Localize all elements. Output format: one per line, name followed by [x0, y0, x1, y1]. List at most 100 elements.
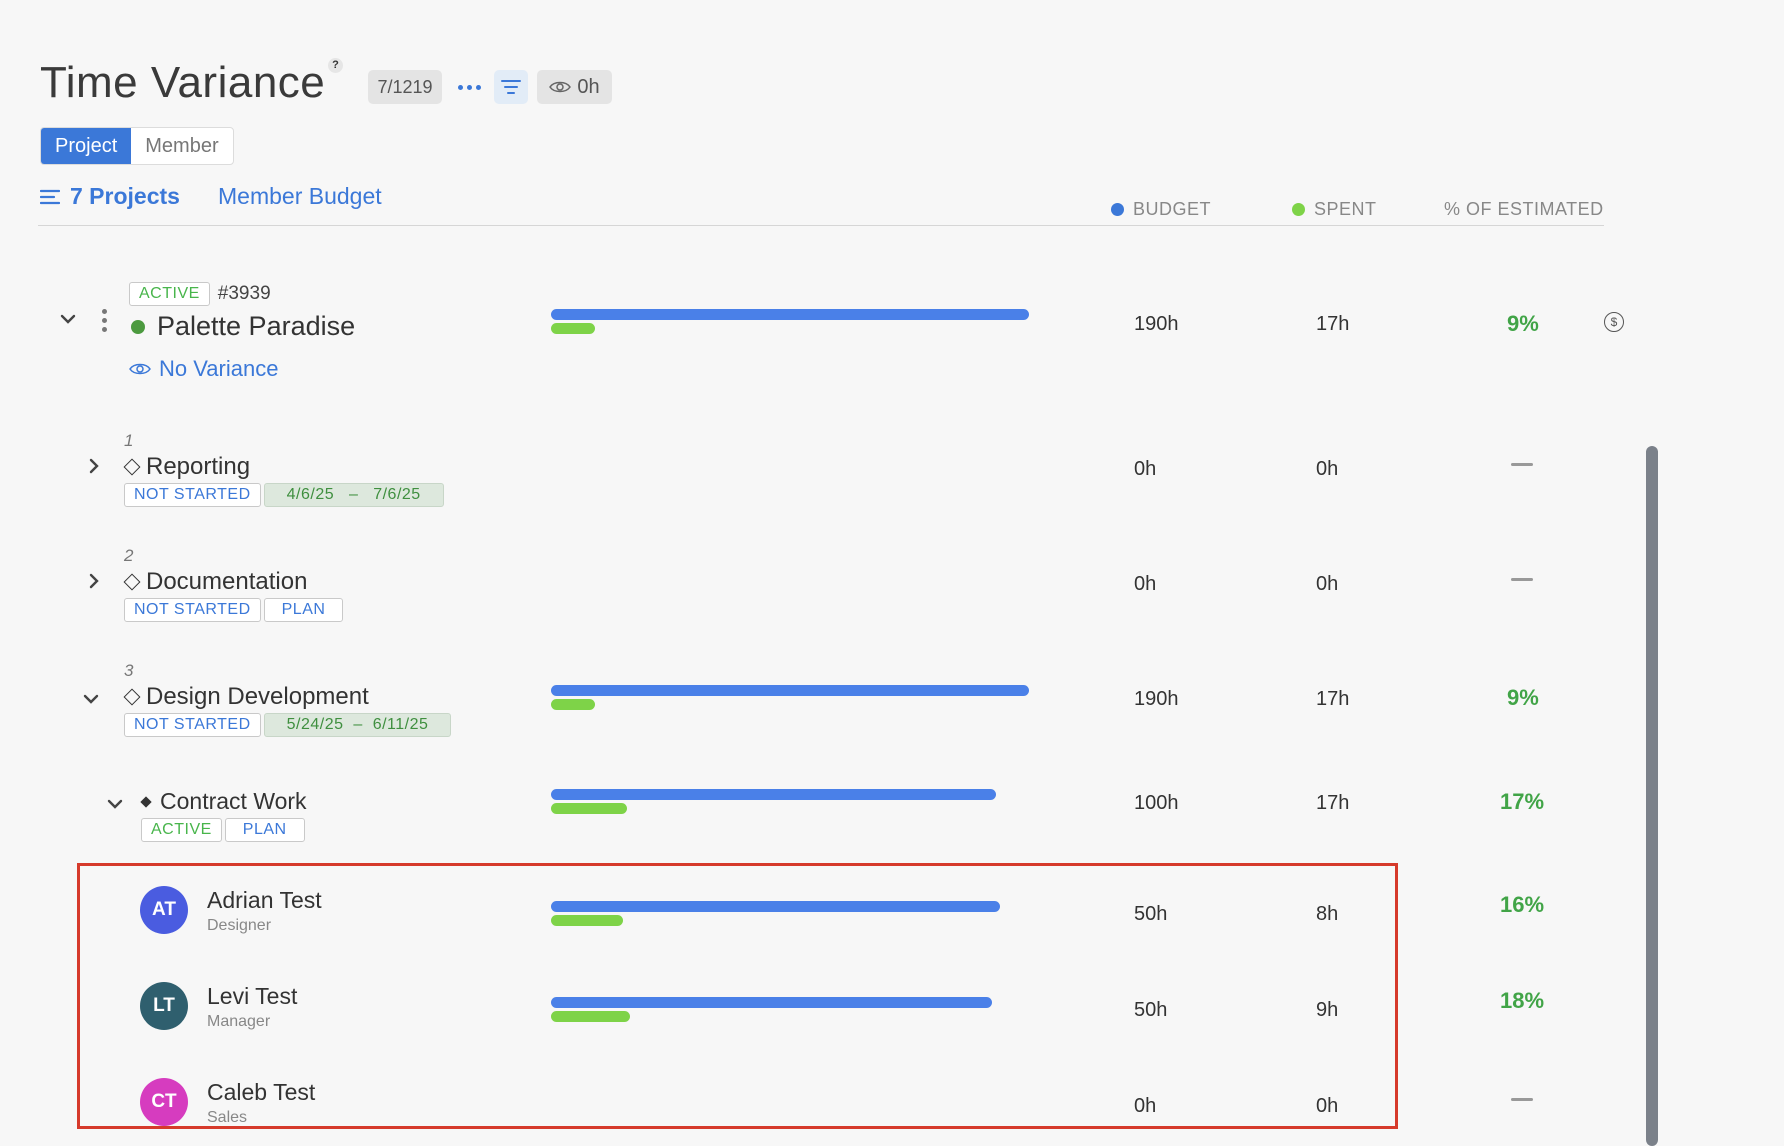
date-start: 4/6/25 — [286, 486, 335, 503]
project-menu-icon[interactable] — [102, 309, 107, 332]
date-separator: – — [353, 716, 363, 733]
more-options-button[interactable] — [454, 70, 484, 104]
phase-index: 3 — [124, 661, 134, 680]
member-budget: 0h — [1134, 1095, 1157, 1117]
collapse-project-chevron[interactable] — [60, 312, 76, 330]
percent-column-header[interactable]: % OF ESTIMATED — [1444, 199, 1604, 220]
budget-column-header[interactable]: BUDGET — [1111, 199, 1211, 220]
member-spent: 8h — [1316, 903, 1339, 925]
percent-column-label: % OF ESTIMATED — [1444, 199, 1604, 219]
avatar[interactable]: CT — [140, 1078, 188, 1126]
no-percent-dash — [1511, 463, 1533, 466]
category-plan-badge: PLAN — [224, 818, 305, 842]
member-role: Designer — [207, 917, 272, 934]
phase-spent: 0h — [1316, 573, 1339, 595]
scrollbar[interactable] — [1646, 446, 1658, 1146]
member-percent: 18% — [1500, 988, 1545, 1013]
phase-budget: 0h — [1134, 573, 1157, 595]
project-percent: 9% — [1507, 311, 1539, 336]
phase-status-badge: NOT STARTED — [124, 483, 261, 507]
filter-button[interactable] — [494, 70, 528, 104]
variance-link[interactable]: No Variance — [129, 356, 278, 382]
project-bars — [551, 309, 1029, 334]
visibility-toggle[interactable]: 0h — [537, 70, 612, 104]
project-number: #3939 — [217, 283, 271, 304]
category-name[interactable]: Contract Work — [160, 788, 307, 815]
spent-column-header[interactable]: SPENT — [1292, 199, 1377, 220]
budget-legend-dot — [1111, 203, 1124, 216]
project-name[interactable]: Palette Paradise — [157, 311, 355, 342]
eye-icon — [129, 363, 151, 375]
phase-percent: 9% — [1507, 685, 1539, 710]
budget-bar — [551, 997, 992, 1008]
count-badge: 7/1219 — [368, 70, 442, 104]
phase-name[interactable]: Design Development — [146, 683, 369, 711]
phase-budget: 190h — [1134, 688, 1179, 710]
phase-date-range: 4/6/25 – 7/6/25 — [263, 483, 444, 507]
date-end: 7/6/25 — [373, 486, 421, 503]
member-name[interactable]: Adrian Test — [207, 887, 322, 914]
help-icon[interactable]: ? — [328, 58, 343, 73]
member-name[interactable]: Levi Test — [207, 983, 297, 1010]
category-diamond-icon — [140, 795, 152, 808]
expand-phase-chevron[interactable] — [88, 573, 100, 594]
view-toggle: Project Member — [40, 127, 234, 165]
category-budget: 100h — [1134, 792, 1179, 814]
phase-name[interactable]: Documentation — [146, 568, 307, 596]
project-view-button[interactable]: Project — [41, 128, 132, 164]
budget-bar — [551, 789, 996, 800]
spent-legend-dot — [1292, 203, 1305, 216]
date-start: 5/24/25 — [286, 716, 344, 733]
phase-index: 1 — [124, 431, 134, 450]
member-bars — [551, 997, 992, 1022]
member-name[interactable]: Caleb Test — [207, 1079, 315, 1106]
phase-spent: 17h — [1316, 688, 1350, 710]
member-budget: 50h — [1134, 903, 1168, 925]
member-role: Manager — [207, 1013, 271, 1030]
expand-phase-chevron[interactable] — [88, 458, 100, 479]
eye-value: 0h — [577, 75, 600, 98]
variance-label: No Variance — [159, 356, 279, 381]
phase-name[interactable]: Reporting — [146, 453, 250, 481]
budget-dollar-icon[interactable]: $ — [1604, 312, 1624, 332]
member-bars — [551, 901, 1000, 926]
no-percent-dash — [1511, 1098, 1533, 1101]
phase-diamond-icon — [123, 573, 141, 591]
member-spent: 0h — [1316, 1095, 1339, 1117]
budget-bar — [551, 685, 1029, 696]
category-spent: 17h — [1316, 792, 1350, 814]
phase-diamond-icon — [123, 458, 141, 476]
member-percent: 16% — [1500, 892, 1545, 917]
phase-index: 2 — [124, 546, 134, 565]
collapse-phase-chevron[interactable] — [83, 692, 99, 710]
spent-bar — [551, 323, 595, 334]
member-budget-link[interactable]: Member Budget — [218, 183, 382, 210]
project-budget: 190h — [1134, 313, 1179, 335]
collapse-category-chevron[interactable] — [107, 797, 123, 815]
avatar[interactable]: AT — [140, 886, 188, 934]
phase-bars — [551, 685, 1029, 710]
spent-column-label: SPENT — [1314, 199, 1377, 219]
spent-bar — [551, 699, 595, 710]
spent-bar — [551, 803, 627, 814]
projects-count-label: 7 Projects — [70, 183, 180, 209]
project-color-dot — [131, 319, 145, 334]
project-spent: 17h — [1316, 313, 1350, 335]
date-end: 6/11/25 — [372, 716, 429, 733]
date-separator: – — [348, 486, 359, 503]
avatar[interactable]: LT — [140, 982, 188, 1030]
eye-icon — [549, 81, 572, 93]
projects-list-link[interactable]: 7 Projects — [40, 183, 180, 210]
filter-icon — [501, 80, 521, 94]
budget-bar — [551, 901, 1000, 912]
member-view-button[interactable]: Member — [131, 128, 232, 164]
phase-budget: 0h — [1134, 458, 1157, 480]
category-bars — [551, 789, 996, 814]
budget-bar — [551, 309, 1029, 320]
phase-status-badge: NOT STARTED — [124, 598, 261, 622]
project-status-badge: ACTIVE — [129, 282, 210, 306]
list-icon — [40, 189, 60, 204]
member-spent: 9h — [1316, 999, 1339, 1021]
spent-bar — [551, 1011, 630, 1022]
no-percent-dash — [1511, 578, 1533, 581]
